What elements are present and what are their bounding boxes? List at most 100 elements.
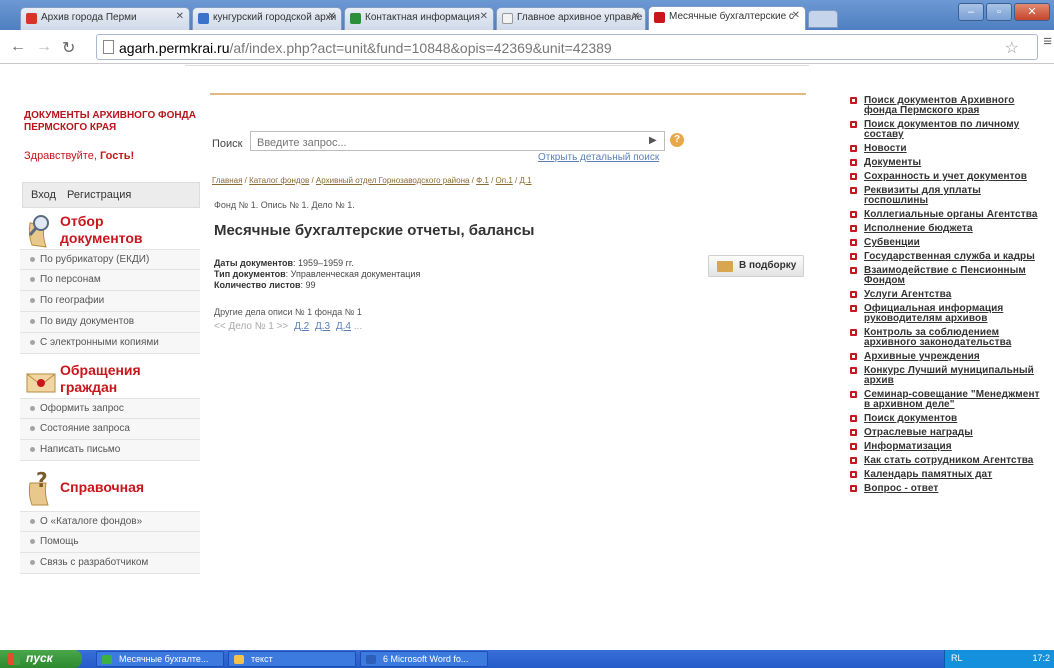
tab-close-icon[interactable]: ✕ [176,11,184,22]
search-go-icon[interactable]: ▶ [649,135,657,146]
menu-item-geography[interactable]: По географии [20,291,200,312]
tab-close-icon[interactable]: ✕ [480,11,488,22]
breadcrumb-sep: / [309,176,316,185]
taskbar-item-folder[interactable]: текст [228,651,356,667]
greeting-text: Здравствуйте, [24,150,100,162]
bookmark-star-icon[interactable]: ☆ [1005,38,1019,58]
meta-label: Даты документов [214,258,294,268]
browser-tab-4[interactable]: Главное архивное управле ✕ [496,7,646,30]
menu-item-make-request[interactable]: Оформить запрос [20,398,200,419]
register-link[interactable]: Регистрация [67,189,131,201]
system-tray: RL 17:2 [944,650,1054,668]
advanced-search-link[interactable]: Открыть детальный поиск [538,152,659,163]
breadcrumb-home[interactable]: Главная [212,176,242,185]
pager-link-3[interactable]: Д.3 [315,321,330,332]
bullet-square-icon [850,415,857,422]
menu-item-persons[interactable]: По персонам [20,270,200,291]
right-link[interactable]: Документы [850,158,1046,168]
right-link[interactable]: Коллегиальные органы Агентства [850,210,1046,220]
forward-arrow-icon[interactable]: → [36,38,52,56]
right-link[interactable]: Услуги Агентства [850,290,1046,300]
breadcrumb: Главная / Каталог фондов / Архивный отде… [212,176,532,185]
browser-menu-icon[interactable]: ≡ [1043,33,1052,50]
meta-value: 1959–1959 гг. [298,258,354,268]
breadcrumb-opis[interactable]: Оп.1 [496,176,513,185]
add-to-selection-button[interactable]: В подборку [708,255,804,277]
menu-item-contact-dev[interactable]: Связь с разработчиком [20,553,200,574]
bullet-square-icon [850,291,857,298]
right-link[interactable]: Информатизация [850,442,1046,452]
tab-close-icon[interactable]: ✕ [328,11,336,22]
browser-tab-2[interactable]: кунгурский городской архи ✕ [192,7,342,30]
right-link[interactable]: Архивные учреждения [850,352,1046,362]
new-tab-button[interactable] [808,10,838,28]
menu-item-doc-type[interactable]: По виду документов [20,312,200,333]
login-link[interactable]: Вход [31,189,56,201]
right-link[interactable]: Конкурс Лучший муниципальный архив [850,366,1046,386]
tab-close-icon[interactable]: ✕ [632,11,640,22]
reload-icon[interactable]: ↻ [62,38,75,58]
right-link[interactable]: Поиск документов Архивного фонда Пермско… [850,96,1046,116]
taskbar-item-word[interactable]: 6 Microsoft Word fo... [360,651,488,667]
menu-item-request-status[interactable]: Состояние запроса [20,419,200,440]
right-link[interactable]: Сохранность и учет документов [850,172,1046,182]
right-link[interactable]: Семинар-совещание "Менеджмент в архивном… [850,390,1046,410]
right-link[interactable]: Новости [850,144,1046,154]
browser-tab-1[interactable]: Архив города Перми ✕ [20,7,190,30]
pager-link-4[interactable]: Д.4 [336,321,351,332]
right-link[interactable]: Контроль за соблюдением архивного законо… [850,328,1046,348]
right-link-label: Исполнение бюджета [864,223,973,234]
right-link[interactable]: Как стать сотрудником Агентства [850,456,1046,466]
right-link[interactable]: Официальная информация руководителям арх… [850,304,1046,324]
right-link[interactable]: Календарь памятных дат [850,470,1046,480]
minimize-button[interactable]: – [958,3,984,21]
right-link-label: Коллегиальные органы Агентства [864,209,1038,220]
search-input[interactable] [250,131,665,151]
language-indicator[interactable]: RL [951,653,963,663]
menu-item-e-copies[interactable]: С электронными копиями [20,333,200,354]
menu-item-write-letter[interactable]: Написать письмо [20,440,200,461]
right-link[interactable]: Взаимодействие с Пенсионным Фондом [850,266,1046,286]
menu-item-about-catalog[interactable]: О «Каталоге фондов» [20,511,200,532]
right-link[interactable]: Исполнение бюджета [850,224,1046,234]
help-icon[interactable]: ? [670,133,684,147]
browser-tab-active[interactable]: Месячные бухгалтерские с ✕ [648,6,806,30]
menu-item-rubricator[interactable]: По рубрикатору (ЕКДИ) [20,249,200,270]
right-link[interactable]: Субвенции [850,238,1046,248]
case-pager: << Дело № 1 >> Д.2 Д.3 Д.4 ... [214,321,362,332]
taskbar-item-browser[interactable]: Месячные бухгалте... [96,651,224,667]
clock[interactable]: 17:2 [1032,653,1050,663]
right-link-label: Реквизиты для уплаты госпошлины [864,185,981,206]
section-title: Справочная [60,479,144,496]
right-link-label: Отраслевые награды [864,427,973,438]
right-link-label: Официальная информация руководителям арх… [864,303,1004,324]
site-title[interactable]: ДОКУМЕНТЫ АРХИВНОГО ФОНДА ПЕРМСКОГО КРАЯ [24,110,200,134]
tab-favicon-icon [654,12,665,23]
right-link-label: Семинар-совещание "Менеджмент в архивном… [864,389,1040,410]
page-title: Месячные бухгалтерские отчеты, балансы [214,222,535,239]
back-arrow-icon[interactable]: ← [10,38,26,56]
pager-current: << Дело № 1 >> [214,321,289,332]
breadcrumb-fond[interactable]: Ф.1 [476,176,489,185]
tab-label: Главное архивное управле [517,12,643,23]
right-link[interactable]: Государственная служба и кадры [850,252,1046,262]
menu-appeals: Оформить запрос Состояние запроса Написа… [20,398,200,461]
right-link[interactable]: Реквизиты для уплаты госпошлины [850,186,1046,206]
tab-label: кунгурский городской архи [213,12,337,23]
right-link[interactable]: Отраслевые награды [850,428,1046,438]
start-button[interactable]: пуск [0,650,82,668]
breadcrumb-department[interactable]: Архивный отдел Горнозаводского района [316,176,470,185]
browser-tab-3[interactable]: Контактная информация ✕ [344,7,494,30]
tab-close-icon[interactable]: ✕ [792,10,800,21]
right-link[interactable]: Поиск документов [850,414,1046,424]
breadcrumb-catalog[interactable]: Каталог фондов [249,176,309,185]
close-window-button[interactable]: ✕ [1014,3,1050,21]
maximize-button[interactable]: ▫ [986,3,1012,21]
address-bar[interactable]: agarh.permkrai.ru/af/index.php?act=unit&… [96,34,1038,60]
pager-link-2[interactable]: Д.2 [294,321,309,332]
right-link[interactable]: Поиск документов по личному составу [850,120,1046,140]
menu-item-help[interactable]: Помощь [20,532,200,553]
url-path: /af/index.php?act=unit&fund=10848&opis=4… [229,40,612,56]
breadcrumb-delo[interactable]: Д.1 [519,176,531,185]
right-link[interactable]: Вопрос - ответ [850,484,1046,494]
